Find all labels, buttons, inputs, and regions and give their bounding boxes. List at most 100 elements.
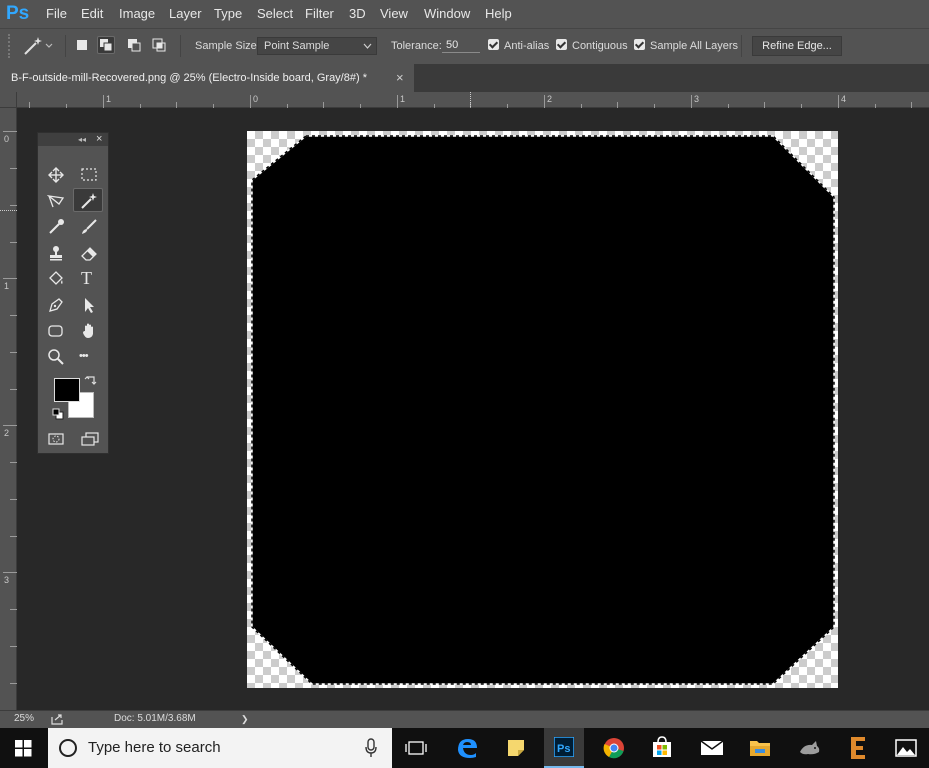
new-selection-button[interactable]	[73, 36, 91, 54]
eyedropper-icon	[49, 219, 64, 234]
menu-3d[interactable]: 3D	[349, 0, 366, 28]
tolerance-input[interactable]: 50	[442, 37, 480, 53]
magic-wand-icon	[81, 193, 97, 209]
close-panel-icon[interactable]: ×	[96, 132, 102, 146]
sample-size-value: Point Sample	[264, 40, 330, 52]
task-view-button[interactable]	[396, 728, 436, 768]
magnifier-icon	[48, 349, 64, 365]
sample-size-select[interactable]: Point Sample	[257, 37, 377, 55]
store-taskbar-button[interactable]	[642, 728, 682, 768]
close-tab-icon[interactable]: ×	[396, 64, 404, 92]
eraser-tool-button[interactable]	[74, 241, 104, 265]
mail-icon	[700, 740, 724, 755]
photos-taskbar-button[interactable]	[886, 728, 926, 768]
brush-tool-button[interactable]	[74, 215, 104, 239]
marquee-tool-button[interactable]	[74, 163, 104, 187]
ruler-label: 1	[400, 94, 406, 104]
quick-mask-button[interactable]	[41, 427, 71, 451]
sticky-notes-taskbar-button[interactable]	[496, 728, 536, 768]
anti-alias-checkbox[interactable]	[488, 39, 499, 50]
collapse-panel-icon[interactable]: ◂◂	[78, 133, 86, 146]
document-tab[interactable]: B-F-outside-mill-Recovered.png @ 25% (El…	[0, 64, 414, 92]
edge-taskbar-button[interactable]	[447, 728, 487, 768]
type-tool-button[interactable]: T	[74, 267, 104, 291]
share-icon[interactable]	[50, 713, 64, 725]
paint-bucket-tool-button[interactable]	[41, 267, 71, 291]
pen-tool-button[interactable]	[41, 293, 71, 317]
eraser-icon	[81, 247, 97, 261]
move-tool-button[interactable]	[41, 163, 71, 187]
document-canvas[interactable]	[247, 131, 838, 688]
subtract-from-selection-button[interactable]	[125, 36, 143, 54]
menu-view[interactable]: View	[380, 0, 408, 28]
quick-mask-icon	[48, 433, 64, 445]
edge-icon	[458, 739, 477, 758]
magic-wand-tool-button[interactable]	[73, 188, 103, 212]
options-separator	[65, 35, 66, 57]
swap-colors-icon[interactable]	[84, 374, 98, 388]
menu-edit[interactable]: Edit	[81, 0, 103, 28]
animal-app-icon	[800, 741, 820, 755]
zoom-tool-button[interactable]	[41, 345, 71, 369]
ruler-origin[interactable]	[0, 92, 17, 108]
ruler-label: 0	[253, 94, 259, 104]
more-tools-button[interactable]: •••	[74, 345, 104, 369]
app-taskbar-button[interactable]	[790, 728, 830, 768]
status-bar: 25% Doc: 5.01M/3.68M ❯	[0, 710, 929, 728]
menu-layer[interactable]: Layer	[169, 0, 202, 28]
menu-window[interactable]: Window	[424, 0, 470, 28]
intersect-selection-button[interactable]	[150, 36, 168, 54]
menu-bar: Ps File Edit Image Layer Type Select Fil…	[0, 0, 929, 28]
tool-preset-picker[interactable]	[22, 35, 58, 57]
lasso-icon	[47, 195, 65, 208]
rectangle-tool-button[interactable]	[41, 319, 71, 343]
sample-all-layers-checkbox[interactable]	[634, 39, 645, 50]
tools-panel-header[interactable]: ◂◂ ×	[38, 133, 108, 146]
default-colors-icon[interactable]	[52, 408, 64, 420]
path-selection-tool-button[interactable]	[74, 293, 104, 317]
pen-icon	[49, 298, 63, 312]
ruler-label: 1	[106, 94, 112, 104]
options-separator	[180, 35, 181, 57]
board-shape	[251, 135, 835, 685]
svg-text:Ps: Ps	[557, 743, 570, 755]
microphone-icon[interactable]	[364, 738, 378, 758]
hand-tool-button[interactable]	[74, 319, 104, 343]
eyedropper-tool-button[interactable]	[41, 215, 71, 239]
menu-select[interactable]: Select	[257, 0, 293, 28]
status-menu-arrow[interactable]: ❯	[241, 711, 249, 727]
search-placeholder: Type here to search	[88, 739, 221, 756]
photoshop-taskbar-button[interactable]: Ps	[544, 728, 584, 768]
menu-image[interactable]: Image	[119, 0, 155, 28]
menu-filter[interactable]: Filter	[305, 0, 334, 28]
stamp-icon	[50, 246, 62, 261]
task-view-icon	[405, 741, 427, 755]
magic-wand-icon	[24, 37, 53, 55]
e-logo-icon	[851, 737, 865, 759]
folder-icon	[750, 741, 770, 756]
menu-help[interactable]: Help	[485, 0, 512, 28]
zoom-level[interactable]: 25%	[14, 711, 34, 727]
foreground-color-swatch[interactable]	[54, 378, 80, 402]
menu-file[interactable]: File	[46, 0, 67, 28]
contiguous-checkbox[interactable]	[556, 39, 567, 50]
chrome-taskbar-button[interactable]	[594, 728, 634, 768]
document-size: Doc: 5.01M/3.68M	[114, 713, 196, 724]
add-to-selection-button[interactable]	[97, 36, 115, 54]
mail-taskbar-button[interactable]	[692, 728, 732, 768]
ruler-label: 4	[841, 94, 847, 104]
ruler-label: 1	[4, 281, 10, 291]
menu-type[interactable]: Type	[214, 0, 242, 28]
photoshop-icon: Ps	[554, 737, 574, 757]
start-button[interactable]	[0, 728, 48, 768]
options-grip[interactable]	[8, 34, 20, 58]
store-bag-icon	[653, 736, 671, 757]
lasso-tool-button[interactable]	[41, 189, 71, 213]
stamp-tool-button[interactable]	[41, 241, 71, 265]
file-explorer-taskbar-button[interactable]	[740, 728, 780, 768]
refine-edge-button[interactable]: Refine Edge...	[752, 36, 842, 56]
screen-mode-button[interactable]	[74, 427, 104, 451]
ruler-label: 0	[4, 134, 10, 144]
e-app-taskbar-button[interactable]	[838, 728, 878, 768]
horizontal-ruler: 1 0 1 2 3 4	[0, 92, 929, 108]
